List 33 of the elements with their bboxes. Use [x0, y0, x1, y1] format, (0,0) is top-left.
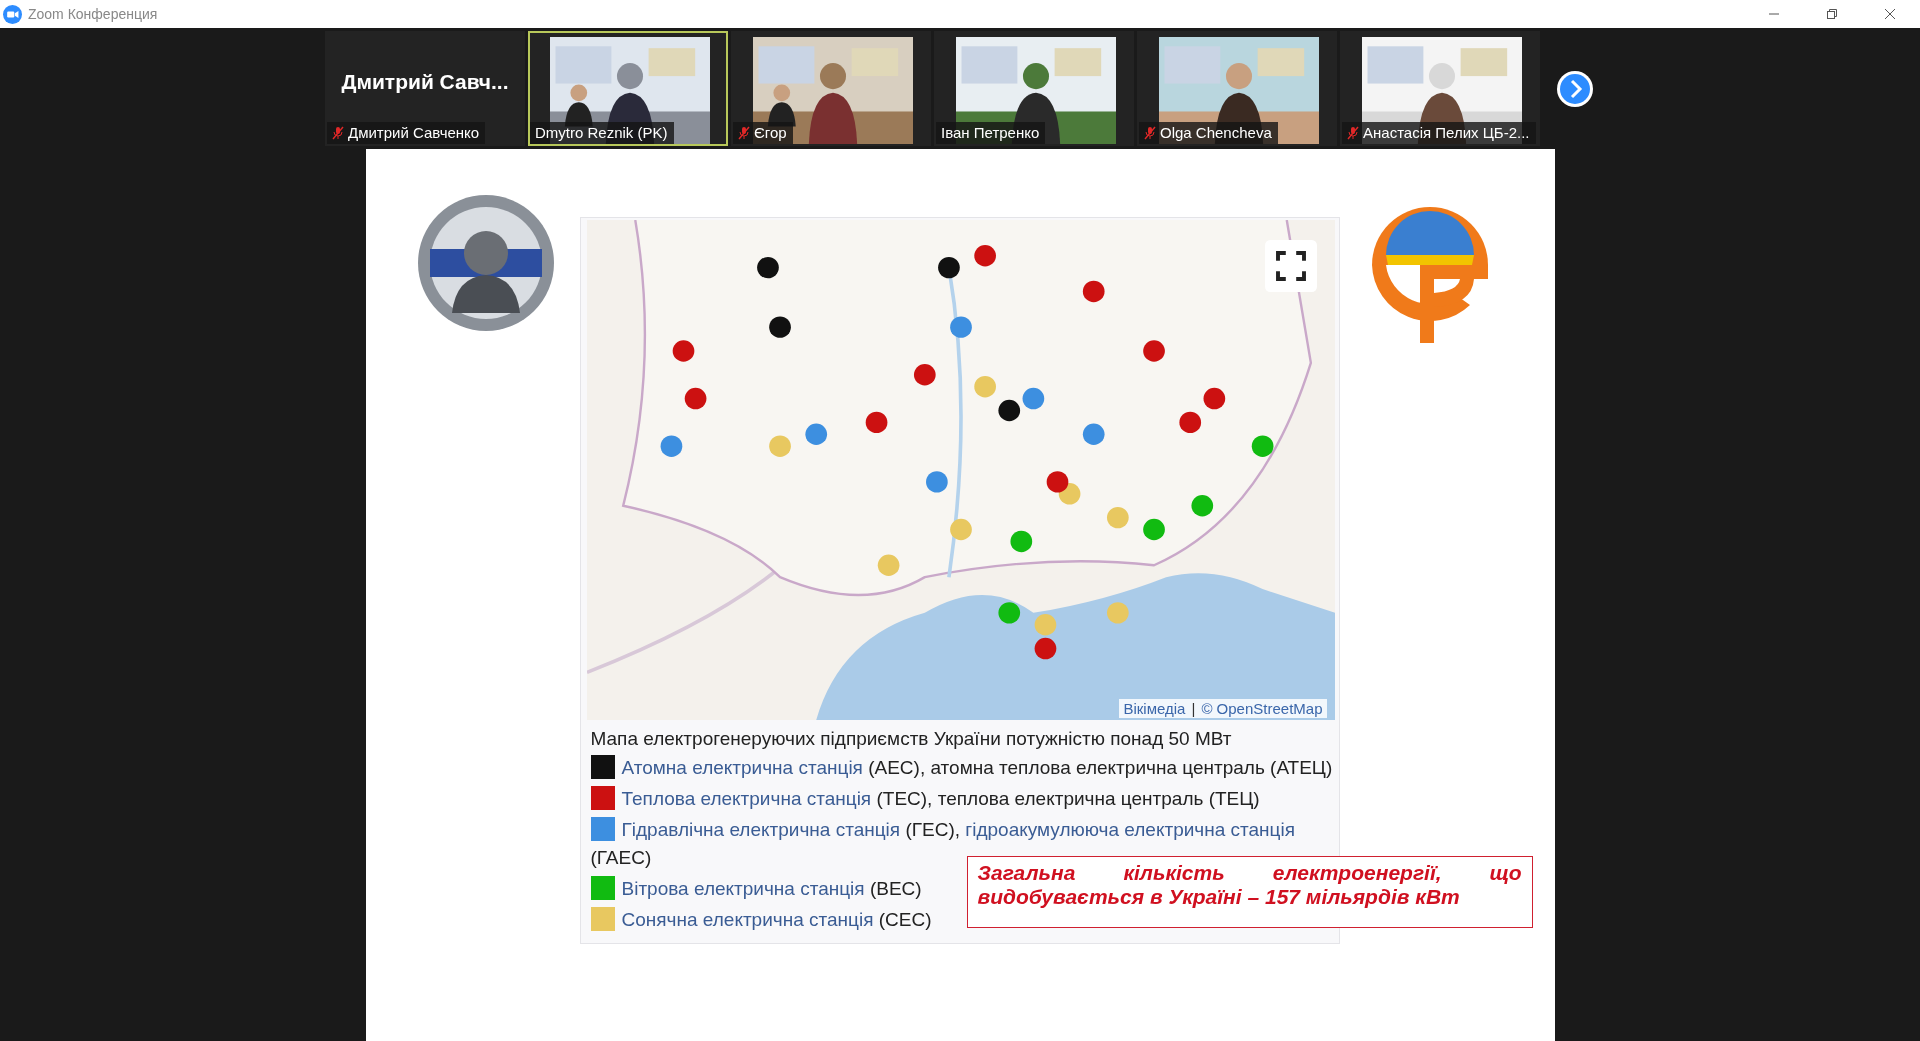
window-title: Zoom Конференция [28, 6, 158, 22]
separator: | [1191, 700, 1196, 717]
video-tile[interactable]: Dmytro Reznik (PK) [528, 31, 728, 146]
video-tile[interactable]: Єгор [731, 31, 931, 146]
legend-entry: Атомна електрична станція (АЕС), атомна теплова електрична централь (АТЕЦ) [590, 754, 1335, 782]
close-icon[interactable] [1884, 8, 1896, 20]
attribution-link[interactable]: © OpenStreetMap [1201, 700, 1323, 717]
participant-name: Анастасія Пелих ЦБ-2... [1363, 124, 1530, 141]
fullscreen-icon[interactable] [1264, 240, 1317, 292]
legend-link[interactable]: Теплова електрична станція [621, 788, 872, 809]
next-page-icon[interactable] [1555, 68, 1595, 109]
participant-name: Dmytro Reznik (PK) [535, 124, 668, 141]
participant-display-name: Дмитрий Савч... [341, 69, 509, 94]
legend-link[interactable]: Гідравлічна електрична станція [621, 819, 901, 840]
restore-icon[interactable] [1826, 8, 1838, 20]
note-text: Загальна кількість електроенергії, що видобувається в Україні – 157 мільярдів кВт [966, 856, 1533, 928]
video-tile[interactable]: Olga Chencheva [1137, 31, 1337, 146]
legend-link[interactable]: Атомна електрична станція [621, 757, 863, 778]
map-caption: Мапа електрогенеруючих підприємств України потужністю понад 50 МВт [590, 728, 1233, 750]
medallion-icon [415, 193, 556, 333]
legend-link[interactable]: Сонячна електрична станція [621, 909, 874, 930]
legend-entry: Теплова електрична станція (ТЕС), теплова електрична централь (ТЕЦ) [590, 785, 1335, 813]
legend-link[interactable]: гідроакумулююча електрична станція [965, 819, 1295, 840]
video-tile[interactable]: Іван Петренко [934, 31, 1134, 146]
participant-name: Єгор [754, 124, 787, 141]
legend-link[interactable]: Вітрова електрична станція [621, 878, 865, 899]
video-tile[interactable]: Анастасія Пелих ЦБ-2... [1340, 31, 1540, 146]
participant-name: Іван Петренко [941, 124, 1040, 141]
participant-name: Olga Chencheva [1160, 124, 1272, 141]
participant-name: Дмитрий Савченко [348, 124, 480, 141]
attribution-link[interactable]: Вікімедіа [1123, 700, 1186, 717]
app-logo-icon [3, 4, 22, 24]
video-tile[interactable]: Дмитрий Савч... Дмитрий Савченко [325, 31, 525, 146]
